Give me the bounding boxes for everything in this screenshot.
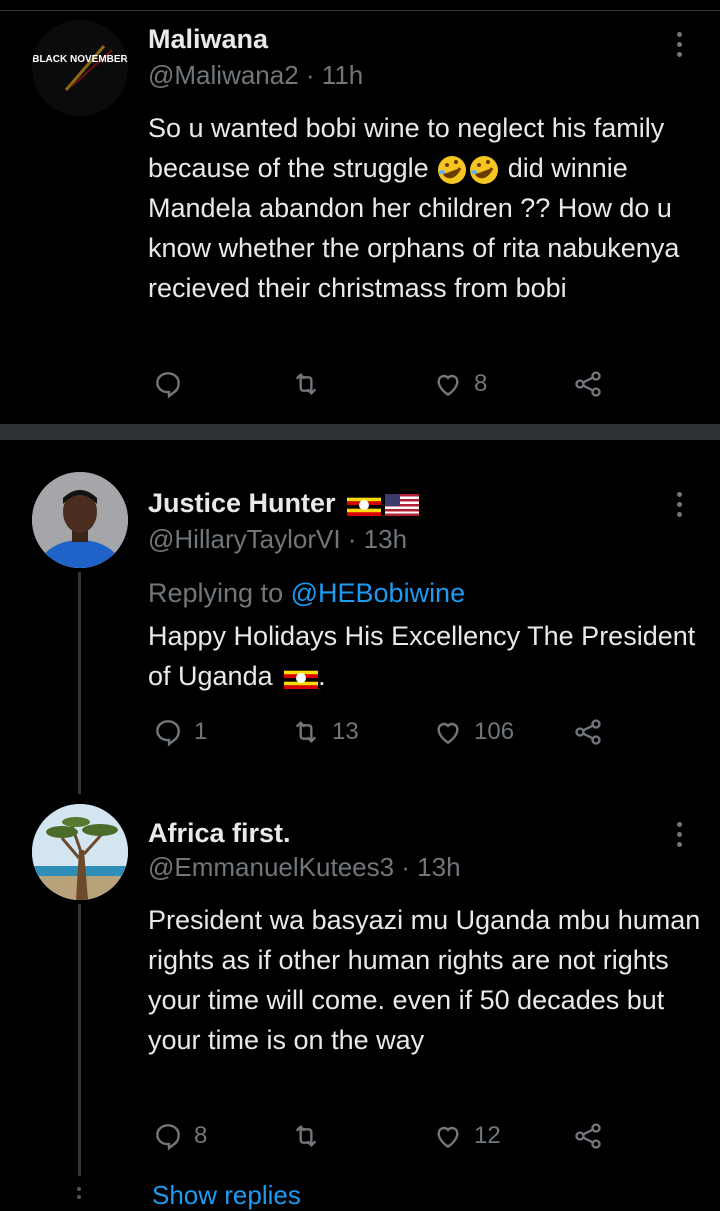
display-name[interactable]: Maliwana [148,24,268,55]
like-button[interactable]: 12 [432,1120,501,1152]
tweet-text-part: . [318,661,326,691]
avatar[interactable]: BLACK NOVEMBER [32,20,128,116]
handle-time[interactable]: @Maliwana2 · 11h [148,60,363,91]
avatar[interactable] [32,804,128,900]
like-button[interactable]: 106 [432,716,514,748]
tweet-text: Happy Holidays His Excellency The Presid… [148,616,708,696]
reply-icon [156,1124,180,1151]
avatar-label: BLACK NOVEMBER [32,54,128,65]
avatar-art-icon [64,45,113,91]
tweet-text: President wa basyazi mu Uganda mbu human… [148,905,701,1055]
share-button[interactable] [572,716,604,748]
like-count: 8 [474,370,488,397]
reply-icon [156,720,180,747]
rofl-emoji-icon [438,155,467,184]
like-icon [437,374,459,397]
reply-button[interactable]: 8 [152,1120,207,1152]
retweet-button[interactable] [290,1120,332,1152]
thread-continuation-dots [77,1187,81,1203]
retweet-count: 13 [332,718,359,745]
replying-to-link[interactable]: @HEBobiwine [291,578,466,608]
tweet-text-part: Happy Holidays His Excellency The Presid… [148,621,696,691]
reply-icon [156,372,180,399]
like-count: 106 [474,718,515,745]
more-icon[interactable] [676,32,684,62]
retweet-icon [295,720,317,744]
reply-button[interactable]: 1 [152,716,207,748]
thread-line [78,904,81,1176]
avatar-photo-icon [32,472,128,568]
display-name-text: Justice Hunter [148,488,336,518]
reply-button[interactable] [152,368,194,400]
top-divider [0,10,720,11]
like-button[interactable]: 8 [432,368,487,400]
more-icon[interactable] [676,492,684,522]
section-divider [0,424,720,440]
share-button[interactable] [572,368,604,400]
more-icon[interactable] [676,822,684,852]
uganda-flag-icon [347,493,382,516]
tweet-text: So u wanted bobi wine to neglect his fam… [148,108,708,308]
like-icon [437,722,459,745]
display-name[interactable]: Africa first. [148,818,291,849]
like-icon [437,1126,459,1149]
replying-prefix: Replying to [148,578,284,608]
reply-count: 8 [194,1122,208,1149]
share-icon [575,1123,601,1149]
display-name[interactable]: Justice Hunter [148,488,420,519]
rofl-emoji-icon [470,155,499,184]
like-count: 12 [474,1122,501,1149]
handle-time[interactable]: @EmmanuelKutees3 · 13h [148,852,461,883]
share-button[interactable] [572,1120,604,1152]
avatar-tree-icon [32,804,128,900]
thread-line [78,572,81,794]
retweet-button[interactable]: 13 [290,716,359,748]
show-replies-link[interactable]: Show replies [152,1180,301,1211]
retweet-icon [295,1124,317,1148]
retweet-button[interactable] [290,368,332,400]
avatar[interactable] [32,472,128,568]
share-icon [575,371,601,397]
share-icon [575,719,601,745]
usa-flag-icon [385,493,420,516]
reply-count: 1 [194,718,208,745]
replying-to: Replying to @HEBobiwine [148,578,465,609]
retweet-icon [295,372,317,396]
uganda-flag-icon [284,666,319,689]
handle-time[interactable]: @HillaryTaylorVI · 13h [148,524,407,555]
